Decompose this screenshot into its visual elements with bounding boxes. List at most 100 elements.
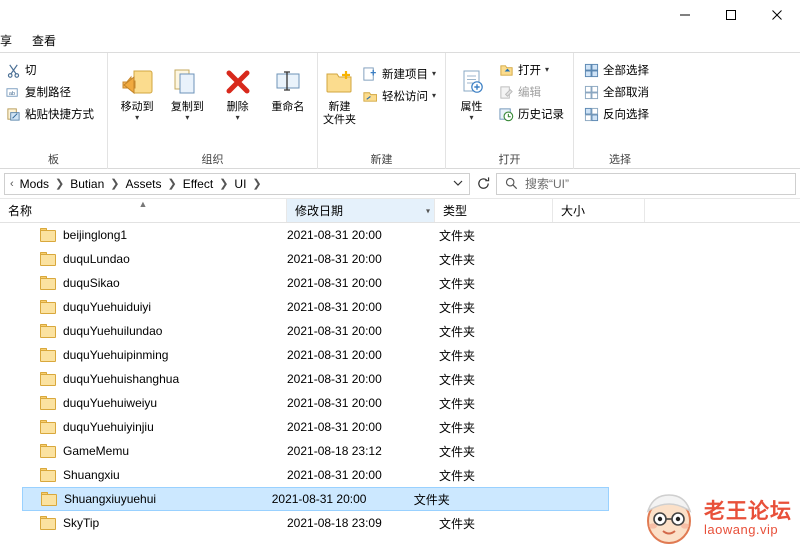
new-folder-button[interactable]: 新建 文件夹 bbox=[322, 57, 357, 153]
rename-button[interactable]: 重命名 bbox=[263, 57, 313, 153]
select-none-button[interactable]: 全部取消 bbox=[578, 81, 654, 103]
paste-shortcut-button[interactable]: 粘贴快捷方式 bbox=[0, 103, 99, 125]
breadcrumb-item-assets[interactable]: Assets bbox=[122, 177, 164, 191]
column-type-label: 类型 bbox=[443, 204, 468, 218]
delete-button[interactable]: 删除 ▾ bbox=[213, 57, 263, 153]
watermark-url: laowang.vip bbox=[704, 522, 779, 538]
file-date: 2021-08-31 20:00 bbox=[287, 420, 382, 434]
file-date: 2021-08-31 20:00 bbox=[287, 252, 382, 266]
sort-ascending-icon: ▲ bbox=[138, 199, 148, 209]
copy-path-button[interactable]: ab 复制路径 bbox=[0, 81, 99, 103]
file-date: 2021-08-31 20:00 bbox=[287, 228, 382, 242]
column-date-modified[interactable]: 修改日期 ▾ bbox=[287, 199, 435, 222]
delete-x-icon bbox=[224, 63, 252, 101]
file-date: 2021-08-31 20:00 bbox=[287, 372, 382, 386]
table-row[interactable]: duquLundao 2021-08-31 20:00 文件夹 bbox=[22, 247, 800, 271]
select-all-label: 全部选择 bbox=[603, 65, 649, 77]
breadcrumb-item-ui[interactable]: UI bbox=[231, 177, 249, 191]
ribbon-group-new: 新建 文件夹 新建项目 ▾ 轻松访问 ▾ 新建 bbox=[318, 53, 446, 169]
history-button[interactable]: 历史记录 bbox=[493, 103, 569, 125]
ribbon-group-open: 属性 ▾ 打开 ▾ 编辑 历史记录 打开 bbox=[446, 53, 574, 169]
open-icon bbox=[498, 62, 514, 78]
file-type: 文件夹 bbox=[439, 420, 476, 435]
folder-icon bbox=[40, 324, 56, 338]
chevron-down-icon[interactable]: ▾ bbox=[469, 114, 473, 122]
file-date: 2021-08-18 23:09 bbox=[287, 516, 382, 530]
copy-path-label: 复制路径 bbox=[25, 87, 71, 99]
watermark-text: 老王论坛 laowang.vip bbox=[704, 501, 792, 537]
chevron-down-icon[interactable]: ▾ bbox=[185, 114, 189, 122]
title-bar bbox=[0, 0, 800, 30]
file-name-cell: Shuangxiu bbox=[22, 468, 287, 482]
table-row[interactable]: duquYuehuilundao 2021-08-31 20:00 文件夹 bbox=[22, 319, 800, 343]
breadcrumb[interactable]: ‹ Mods ❯ Butian ❯ Assets ❯ Effect ❯ UI ❯ bbox=[4, 172, 470, 195]
file-type: 文件夹 bbox=[439, 396, 476, 411]
ribbon-tabs: 享 查看 bbox=[0, 30, 800, 53]
folder-icon bbox=[40, 396, 56, 410]
file-name-cell: duquYuehuiweiyu bbox=[22, 396, 287, 410]
table-row[interactable]: duquYuehuishanghua 2021-08-31 20:00 文件夹 bbox=[22, 367, 800, 391]
file-name: duquYuehuipinming bbox=[63, 348, 169, 362]
cut-button[interactable]: 切 bbox=[0, 59, 99, 81]
select-all-button[interactable]: 全部选择 bbox=[578, 59, 654, 81]
new-item-button[interactable]: 新建项目 ▾ bbox=[357, 63, 441, 85]
table-row[interactable]: duquYuehuipinming 2021-08-31 20:00 文件夹 bbox=[22, 343, 800, 367]
folder-icon bbox=[40, 468, 56, 482]
invert-selection-button[interactable]: 反向选择 bbox=[578, 103, 654, 125]
table-row[interactable]: Shuangxiu 2021-08-31 20:00 文件夹 bbox=[22, 463, 800, 487]
column-name[interactable]: 名称 ▲ bbox=[0, 199, 287, 222]
chevron-down-icon[interactable]: ▾ bbox=[236, 114, 240, 122]
table-row[interactable]: beijinglong1 2021-08-31 20:00 文件夹 bbox=[22, 223, 800, 247]
move-to-button[interactable]: 移动到 ▾ bbox=[112, 57, 162, 153]
chevron-down-icon[interactable]: ▾ bbox=[426, 206, 430, 215]
file-name-cell: duquYuehuilundao bbox=[22, 324, 287, 338]
easy-access-icon bbox=[362, 88, 378, 104]
close-button[interactable] bbox=[754, 0, 800, 30]
minimize-button[interactable] bbox=[662, 0, 708, 30]
ribbon-group-new-label: 新建 bbox=[370, 154, 393, 166]
easy-access-button[interactable]: 轻松访问 ▾ bbox=[357, 85, 441, 107]
watermark: 老王论坛 laowang.vip bbox=[642, 493, 792, 545]
tab-share[interactable]: 享 bbox=[0, 30, 22, 52]
table-row[interactable]: duquYuehuiduiyi 2021-08-31 20:00 文件夹 bbox=[22, 295, 800, 319]
file-name: Shuangxiuyuehui bbox=[64, 492, 157, 506]
column-size-label: 大小 bbox=[561, 204, 586, 218]
table-row[interactable]: duquYuehuiyinjiu 2021-08-31 20:00 文件夹 bbox=[22, 415, 800, 439]
tab-view[interactable]: 查看 bbox=[22, 30, 66, 52]
copy-to-button[interactable]: 复制到 ▾ bbox=[162, 57, 212, 153]
column-type[interactable]: 类型 bbox=[435, 199, 553, 222]
chevron-down-icon[interactable]: ▾ bbox=[432, 70, 436, 78]
chevron-down-icon[interactable]: ▾ bbox=[432, 92, 436, 100]
table-row[interactable]: duquSikao 2021-08-31 20:00 文件夹 bbox=[22, 271, 800, 295]
window-controls bbox=[662, 0, 800, 30]
rename-icon bbox=[273, 63, 303, 101]
new-folder-label-line1: 新建 bbox=[328, 101, 351, 113]
file-date: 2021-08-31 20:00 bbox=[271, 492, 367, 506]
ribbon-group-open-label: 打开 bbox=[498, 154, 521, 166]
chevron-down-icon[interactable] bbox=[449, 180, 467, 187]
file-name-cell: GameMemu bbox=[22, 444, 287, 458]
open-button[interactable]: 打开 ▾ bbox=[493, 59, 569, 81]
search-input[interactable]: 搜索“UI” bbox=[496, 172, 796, 195]
properties-button[interactable]: 属性 ▾ bbox=[450, 57, 493, 153]
breadcrumb-item-effect[interactable]: Effect bbox=[180, 177, 216, 191]
chevron-down-icon[interactable]: ▾ bbox=[545, 66, 549, 74]
table-row[interactable]: duquYuehuiweiyu 2021-08-31 20:00 文件夹 bbox=[22, 391, 800, 415]
file-type: 文件夹 bbox=[439, 276, 476, 291]
column-size[interactable]: 大小 bbox=[553, 199, 645, 222]
open-label: 打开 bbox=[518, 65, 541, 77]
chevron-down-icon[interactable]: ▾ bbox=[135, 114, 139, 122]
file-name-cell: duquYuehuipinming bbox=[22, 348, 287, 362]
navigation-pane bbox=[0, 223, 22, 549]
breadcrumb-item-butian[interactable]: Butian bbox=[67, 177, 107, 191]
maximize-button[interactable] bbox=[708, 0, 754, 30]
file-name: duquYuehuishanghua bbox=[63, 372, 180, 386]
table-row[interactable]: GameMemu 2021-08-18 23:12 文件夹 bbox=[22, 439, 800, 463]
file-date: 2021-08-31 20:00 bbox=[287, 276, 382, 290]
file-type: 文件夹 bbox=[439, 468, 476, 483]
breadcrumb-item-mods[interactable]: Mods bbox=[17, 177, 52, 191]
history-icon bbox=[498, 106, 514, 122]
refresh-button[interactable] bbox=[470, 173, 496, 195]
paste-shortcut-icon bbox=[5, 106, 21, 122]
table-row[interactable]: Shuangxiuyuehui 2021-08-31 20:00 文件夹 bbox=[22, 487, 609, 511]
